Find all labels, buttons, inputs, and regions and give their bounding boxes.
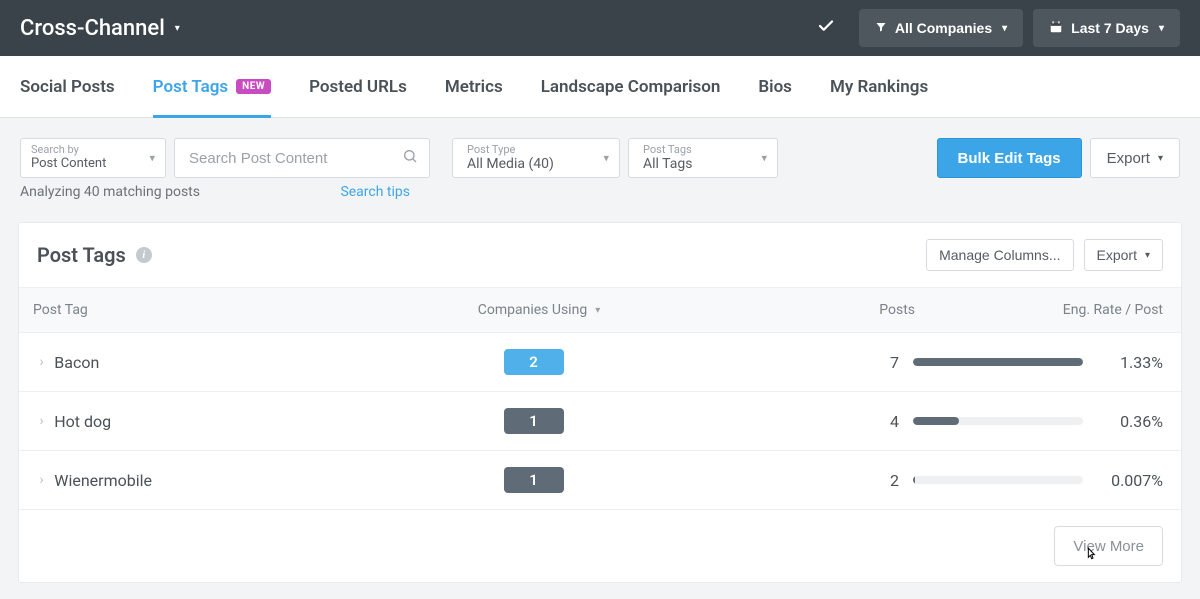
search-by-label: Search by: [31, 143, 137, 156]
post-tags-label: Post Tags: [643, 143, 743, 156]
search-tips-link[interactable]: Search tips: [340, 184, 410, 200]
tab-label: Social Posts: [20, 77, 115, 97]
chevron-down-icon: ▾: [1002, 23, 1007, 34]
col-header-companies-label: Companies Using: [478, 302, 587, 318]
eng-cell: 0.36%: [913, 412, 1171, 431]
export-label: Export: [1107, 150, 1150, 167]
post-tags-dropdown[interactable]: Post Tags All Tags ▾: [628, 138, 778, 178]
sort-desc-icon: ▾: [595, 305, 600, 316]
date-range-label: Last 7 Days: [1071, 20, 1149, 36]
eng-value: 0.36%: [1101, 412, 1163, 431]
tab-label: My Rankings: [830, 77, 928, 97]
chevron-down-icon: ▾: [1145, 250, 1150, 261]
tab-landscape-comparison[interactable]: Landscape Comparison: [541, 56, 721, 118]
manage-columns-button[interactable]: Manage Columns...: [926, 239, 1073, 271]
expand-icon[interactable]: ›: [29, 413, 54, 429]
col-header-eng[interactable]: Eng. Rate / Post: [929, 302, 1171, 318]
eng-value: 0.007%: [1101, 471, 1163, 490]
tab-bios[interactable]: Bios: [758, 56, 792, 118]
page-title-dropdown[interactable]: Cross-Channel ▾: [20, 16, 180, 41]
companies-count-pill: 1: [504, 408, 564, 434]
cursor-icon: [1083, 544, 1099, 569]
table-header-row: Post Tag Companies Using ▾ Posts Eng. Ra…: [19, 287, 1181, 333]
col-header-tag[interactable]: Post Tag: [29, 302, 369, 318]
post-type-label: Post Type: [467, 143, 585, 156]
eng-cell: 1.33%: [913, 353, 1171, 372]
posts-cell: 2: [699, 471, 913, 490]
search-by-value: Post Content: [31, 156, 137, 171]
companies-count-pill: 2: [504, 349, 564, 375]
table-row: ›Hot dog 1 4 0.36%: [19, 392, 1181, 451]
chevron-down-icon: ▾: [149, 152, 155, 165]
calendar-icon: [1049, 20, 1063, 37]
card-title-text: Post Tags: [37, 243, 126, 267]
chevron-down-icon: ▾: [1159, 23, 1164, 34]
col-header-posts[interactable]: Posts: [709, 302, 929, 318]
tag-name: Hot dog: [54, 412, 368, 431]
card-export-button[interactable]: Export ▾: [1084, 239, 1164, 271]
tag-name: Bacon: [54, 353, 368, 372]
tag-name: Wienermobile: [54, 471, 368, 490]
card-export-label: Export: [1097, 247, 1137, 263]
filter-icon: [875, 20, 887, 36]
filter-bar: Search by Post Content ▾ Post Type All M…: [0, 118, 1200, 178]
companies-cell: 1: [368, 467, 698, 493]
eng-bar: [913, 358, 1083, 366]
subnav: Social Posts Post Tags NEW Posted URLs M…: [0, 56, 1200, 118]
tab-label: Landscape Comparison: [541, 77, 721, 97]
search-input-wrap: [174, 138, 430, 178]
topbar: Cross-Channel ▾ All Companies ▾ Last 7 D…: [0, 0, 1200, 56]
filter-subtext: Analyzing 40 matching posts Search tips: [0, 178, 430, 200]
card-header: Post Tags i Manage Columns... Export ▾: [19, 223, 1181, 287]
all-companies-dropdown[interactable]: All Companies ▾: [859, 9, 1023, 47]
new-badge: NEW: [236, 79, 271, 94]
posts-cell: 7: [699, 353, 913, 372]
card-footer: View More: [19, 510, 1181, 582]
chevron-down-icon: ▾: [1158, 153, 1163, 164]
posts-cell: 4: [699, 412, 913, 431]
search-icon: [402, 148, 418, 168]
search-by-dropdown[interactable]: Search by Post Content ▾: [20, 138, 166, 178]
tab-metrics[interactable]: Metrics: [445, 56, 503, 118]
all-companies-label: All Companies: [895, 20, 992, 36]
tab-label: Bios: [758, 77, 792, 97]
page-title: Cross-Channel: [20, 16, 165, 41]
tab-label: Metrics: [445, 77, 503, 97]
companies-count-pill: 1: [504, 467, 564, 493]
tab-label: Post Tags: [153, 77, 229, 97]
eng-cell: 0.007%: [913, 471, 1171, 490]
table-body: ›Bacon271.33%›Hot dog140.36%›Wienermobil…: [19, 333, 1181, 510]
table-row: ›Bacon 2 7 1.33%: [19, 333, 1181, 392]
info-icon[interactable]: i: [136, 247, 152, 263]
companies-cell: 2: [368, 349, 698, 375]
chevron-down-icon: ▾: [175, 23, 180, 34]
tab-social-posts[interactable]: Social Posts: [20, 56, 115, 118]
search-input[interactable]: [174, 138, 430, 178]
expand-icon[interactable]: ›: [29, 354, 54, 370]
check-icon[interactable]: [803, 17, 849, 40]
eng-bar: [913, 476, 1083, 484]
post-tags-card: Post Tags i Manage Columns... Export ▾ P…: [18, 222, 1182, 583]
analyzing-text: Analyzing 40 matching posts: [20, 184, 200, 200]
chevron-down-icon: ▾: [761, 152, 767, 165]
tab-label: Posted URLs: [309, 77, 407, 97]
post-tags-value: All Tags: [643, 156, 743, 172]
post-type-dropdown[interactable]: Post Type All Media (40) ▾: [452, 138, 620, 178]
export-button[interactable]: Export ▾: [1090, 138, 1180, 178]
table-row: ›Wienermobile 1 2 0.007%: [19, 451, 1181, 510]
expand-icon[interactable]: ›: [29, 472, 54, 488]
bulk-edit-tags-button[interactable]: Bulk Edit Tags: [937, 138, 1082, 178]
col-header-companies[interactable]: Companies Using ▾: [369, 302, 709, 318]
chevron-down-icon: ▾: [603, 152, 609, 165]
tab-post-tags[interactable]: Post Tags NEW: [153, 56, 271, 118]
eng-bar: [913, 417, 1083, 425]
card-title: Post Tags i: [37, 243, 152, 267]
tab-my-rankings[interactable]: My Rankings: [830, 56, 928, 118]
eng-value: 1.33%: [1101, 353, 1163, 372]
tab-posted-urls[interactable]: Posted URLs: [309, 56, 407, 118]
companies-cell: 1: [368, 408, 698, 434]
date-range-dropdown[interactable]: Last 7 Days ▾: [1033, 9, 1180, 47]
post-type-value: All Media (40): [467, 156, 585, 172]
view-more-button[interactable]: View More: [1054, 526, 1163, 566]
